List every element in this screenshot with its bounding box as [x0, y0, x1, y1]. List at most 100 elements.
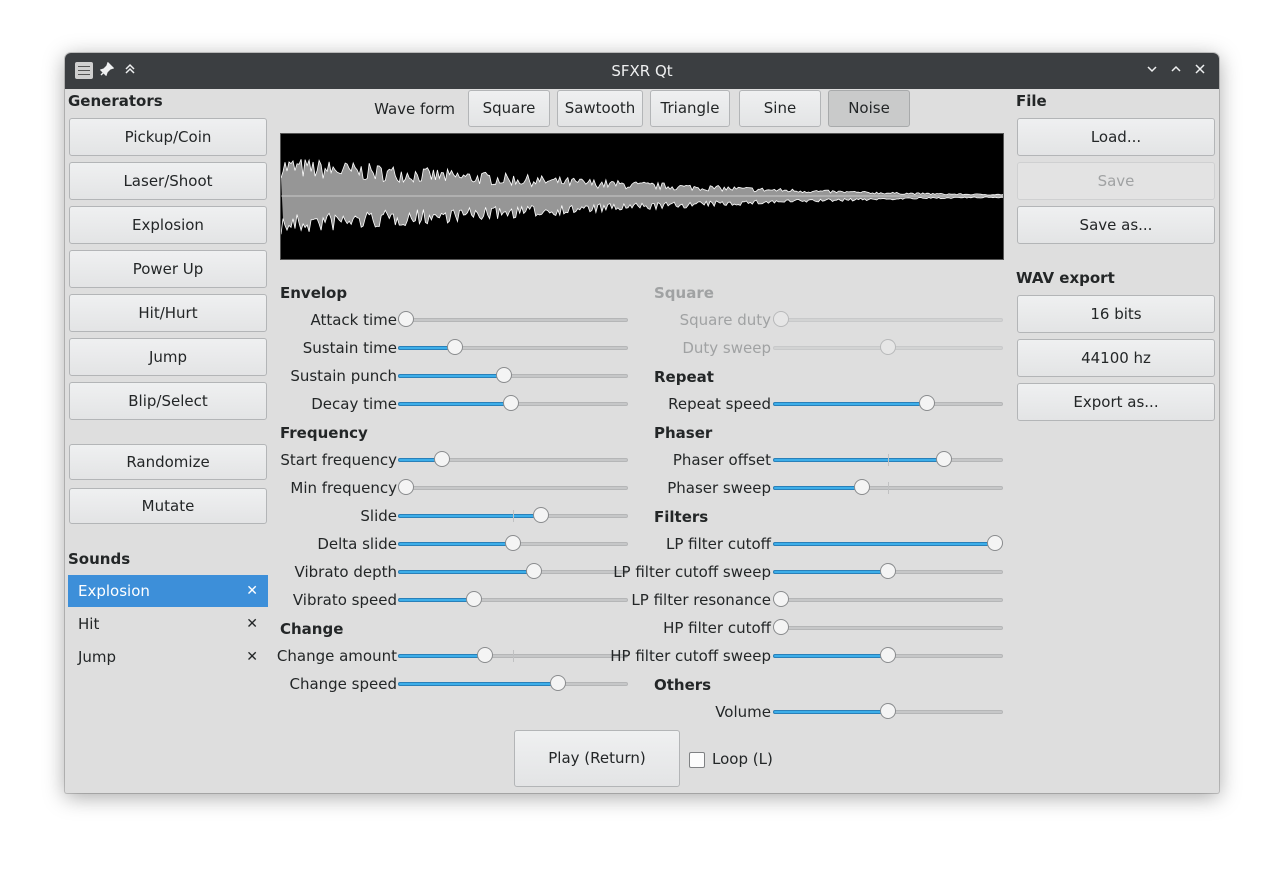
- wave-triangle-button[interactable]: Triangle: [650, 90, 730, 127]
- slider-center-tick: [513, 510, 514, 522]
- slider-handle[interactable]: [398, 479, 414, 495]
- slider-handle[interactable]: [398, 311, 414, 327]
- slider-handle[interactable]: [466, 591, 482, 607]
- slider-handle[interactable]: [987, 535, 1003, 551]
- sound-item-hit[interactable]: Hit ✕: [68, 608, 268, 640]
- phaser-offset-slider[interactable]: [773, 450, 1003, 470]
- loop-checkbox[interactable]: [689, 752, 705, 768]
- slider-handle[interactable]: [854, 479, 870, 495]
- hit-hurt-button[interactable]: Hit/Hurt: [69, 294, 267, 332]
- wave-square-button[interactable]: Square: [468, 90, 550, 127]
- export-as-button[interactable]: Export as...: [1017, 383, 1215, 421]
- bits-button[interactable]: 16 bits: [1017, 295, 1215, 333]
- sound-name: Hit: [78, 615, 100, 633]
- slider-fill: [773, 654, 888, 658]
- change-header: Change: [280, 620, 344, 638]
- phaser-offset-label: Phaser offset: [672, 451, 771, 469]
- remove-sound-icon[interactable]: ✕: [246, 575, 258, 607]
- hp-filter-cutoff-sweep-slider[interactable]: [773, 646, 1003, 666]
- decay-time-label: Decay time: [311, 395, 397, 413]
- slider-center-tick: [888, 482, 889, 494]
- lp-filter-resonance-slider[interactable]: [773, 590, 1003, 610]
- generators-header: Generators: [68, 92, 163, 110]
- slide-slider[interactable]: [398, 506, 628, 526]
- load-button[interactable]: Load...: [1017, 118, 1215, 156]
- sustain-punch-slider[interactable]: [398, 366, 628, 386]
- slider-groove: [398, 486, 628, 490]
- repeat-speed-slider[interactable]: [773, 394, 1003, 414]
- lp-filter-resonance-label: LP filter resonance: [631, 591, 771, 609]
- slider-fill: [398, 570, 534, 574]
- slider-fill: [398, 598, 474, 602]
- sustain-time-slider[interactable]: [398, 338, 628, 358]
- slider-fill: [398, 514, 541, 518]
- change-amount-slider[interactable]: [398, 646, 628, 666]
- repeat-speed-label: Repeat speed: [668, 395, 771, 413]
- file-header: File: [1016, 92, 1047, 110]
- slider-handle[interactable]: [880, 563, 896, 579]
- slider-handle[interactable]: [434, 451, 450, 467]
- randomize-button[interactable]: Randomize: [69, 444, 267, 480]
- phaser-sweep-slider[interactable]: [773, 478, 1003, 498]
- slider-handle[interactable]: [496, 367, 512, 383]
- change-speed-slider[interactable]: [398, 674, 628, 694]
- volume-slider[interactable]: [773, 702, 1003, 722]
- decay-time-slider[interactable]: [398, 394, 628, 414]
- sound-item-explosion[interactable]: Explosion ✕: [68, 575, 268, 607]
- delta-slide-slider[interactable]: [398, 534, 628, 554]
- minimize-icon[interactable]: [1143, 62, 1161, 80]
- waveform-display: [280, 133, 1004, 260]
- hp-filter-cutoff-slider[interactable]: [773, 618, 1003, 638]
- repeat-header: Repeat: [654, 368, 714, 386]
- slider-handle[interactable]: [880, 647, 896, 663]
- slider-handle[interactable]: [526, 563, 542, 579]
- pickup-coin-button[interactable]: Pickup/Coin: [69, 118, 267, 156]
- mutate-button[interactable]: Mutate: [69, 488, 267, 524]
- lp-filter-cutoff-sweep-slider[interactable]: [773, 562, 1003, 582]
- close-icon[interactable]: [1191, 62, 1209, 80]
- slider-handle[interactable]: [773, 591, 789, 607]
- attack-time-slider[interactable]: [398, 310, 628, 330]
- loop-label[interactable]: Loop (L): [712, 750, 773, 768]
- waveform-band: [281, 159, 1003, 232]
- vibrato-depth-slider[interactable]: [398, 562, 628, 582]
- jump-button[interactable]: Jump: [69, 338, 267, 376]
- square-header: Square: [654, 284, 714, 302]
- lp-filter-cutoff-label: LP filter cutoff: [666, 535, 771, 553]
- start-frequency-slider[interactable]: [398, 450, 628, 470]
- slide-label: Slide: [360, 507, 397, 525]
- lp-filter-cutoff-slider[interactable]: [773, 534, 1003, 554]
- sound-item-jump[interactable]: Jump ✕: [68, 641, 268, 673]
- slider-handle[interactable]: [880, 703, 896, 719]
- slider-handle[interactable]: [936, 451, 952, 467]
- maximize-icon[interactable]: [1167, 62, 1185, 80]
- sample-rate-button[interactable]: 44100 hz: [1017, 339, 1215, 377]
- slider-handle[interactable]: [447, 339, 463, 355]
- save-button[interactable]: Save: [1017, 162, 1215, 200]
- phaser-sweep-label: Phaser sweep: [667, 479, 771, 497]
- explosion-button[interactable]: Explosion: [69, 206, 267, 244]
- wave-sawtooth-button[interactable]: Sawtooth: [557, 90, 643, 127]
- remove-sound-icon[interactable]: ✕: [246, 608, 258, 640]
- power-up-button[interactable]: Power Up: [69, 250, 267, 288]
- slider-fill: [773, 486, 862, 490]
- slider-handle[interactable]: [550, 675, 566, 691]
- blip-select-button[interactable]: Blip/Select: [69, 382, 267, 420]
- wave-noise-button[interactable]: Noise: [828, 90, 910, 127]
- slider-handle[interactable]: [919, 395, 935, 411]
- phaser-header: Phaser: [654, 424, 713, 442]
- slider-fill: [773, 710, 888, 714]
- min-frequency-slider[interactable]: [398, 478, 628, 498]
- slider-handle[interactable]: [477, 647, 493, 663]
- wave-sine-button[interactable]: Sine: [739, 90, 821, 127]
- laser-shoot-button[interactable]: Laser/Shoot: [69, 162, 267, 200]
- save-as-button[interactable]: Save as...: [1017, 206, 1215, 244]
- slider-fill: [773, 570, 888, 574]
- vibrato-speed-slider[interactable]: [398, 590, 628, 610]
- slider-handle[interactable]: [503, 395, 519, 411]
- slider-handle[interactable]: [505, 535, 521, 551]
- play-button[interactable]: Play (Return): [514, 730, 680, 787]
- remove-sound-icon[interactable]: ✕: [246, 641, 258, 673]
- slider-handle[interactable]: [773, 619, 789, 635]
- slider-handle[interactable]: [533, 507, 549, 523]
